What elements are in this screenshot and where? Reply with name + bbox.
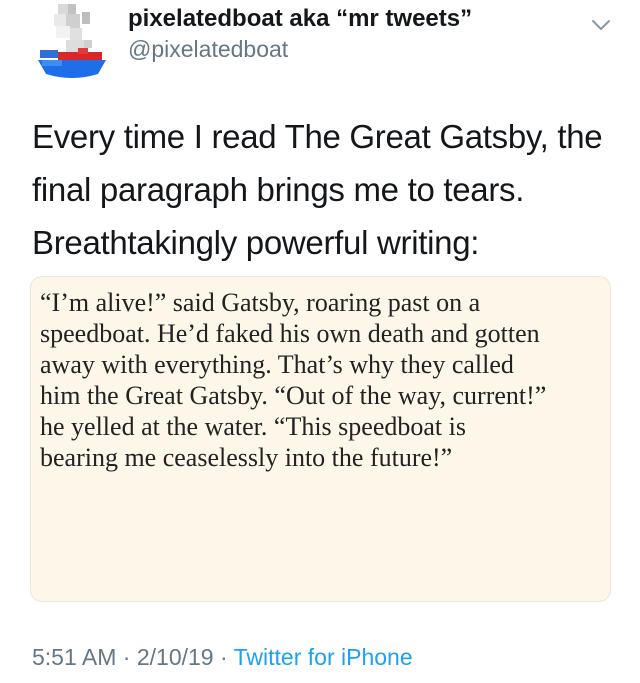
author-display-name[interactable]: pixelatedboat aka “mr tweets”	[128, 4, 472, 34]
tweet: pixelatedboat aka “mr tweets” @pixelated…	[0, 0, 640, 683]
tweet-author: pixelatedboat aka “mr tweets” @pixelated…	[128, 4, 472, 64]
tweet-metadata: 5:51 AM · 2/10/19 · Twitter for iPhone	[32, 640, 413, 674]
chevron-down-icon[interactable]	[590, 14, 612, 36]
tweet-source-link[interactable]: Twitter for iPhone	[234, 644, 413, 670]
quote-image-text: “I’m alive!” said Gatsby, roaring past o…	[40, 288, 547, 472]
tweet-date[interactable]: 2/10/19	[137, 644, 214, 670]
pixel-boat-avatar-icon[interactable]	[32, 2, 112, 84]
meta-separator: ·	[122, 644, 131, 670]
tweet-time[interactable]: 5:51 AM	[32, 644, 116, 670]
meta-separator: ·	[219, 644, 228, 670]
author-handle[interactable]: @pixelatedboat	[128, 34, 472, 64]
tweet-text: Every time I read The Great Gatsby, the …	[32, 118, 603, 261]
quote-image[interactable]: “I’m alive!” said Gatsby, roaring past o…	[30, 276, 611, 602]
